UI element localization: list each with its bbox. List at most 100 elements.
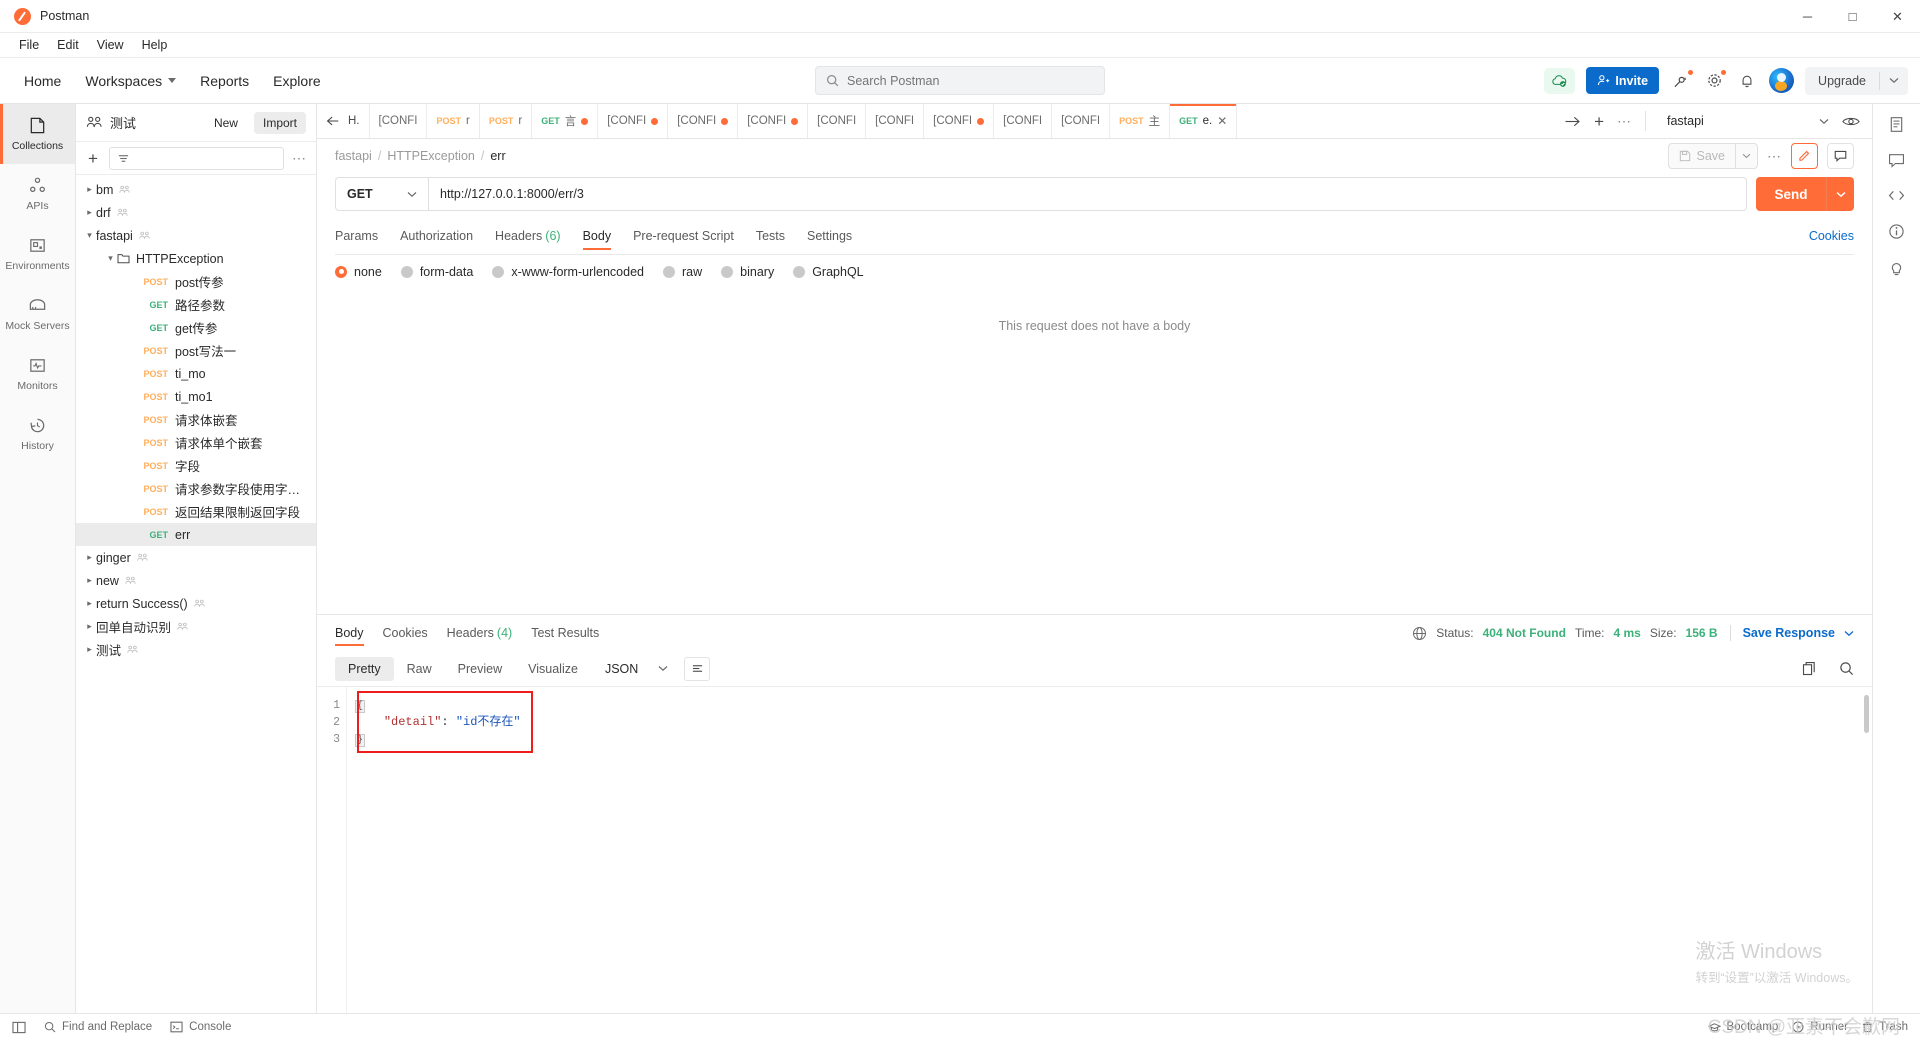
tree-request-item[interactable]: POST 请求体单个嵌套 xyxy=(76,431,316,454)
request-tab[interactable]: [CONFI xyxy=(866,104,925,138)
chevron-down-icon[interactable] xyxy=(1844,630,1854,637)
save-button[interactable]: Save xyxy=(1667,143,1736,169)
chevron-icon[interactable]: ▸ xyxy=(83,207,96,218)
avatar[interactable] xyxy=(1769,68,1795,93)
info-icon[interactable] xyxy=(1888,223,1905,240)
cookies-link[interactable]: Cookies xyxy=(1809,229,1854,243)
sidebar-item-mock-servers[interactable]: Mock Servers xyxy=(0,284,75,344)
tree-request-item[interactable]: POST post传参 xyxy=(76,270,316,293)
response-scrollbar[interactable] xyxy=(1864,695,1869,733)
request-tab-headers[interactable]: Headers (6) xyxy=(495,217,561,255)
nav-workspaces[interactable]: Workspaces xyxy=(75,67,186,95)
copy-icon[interactable] xyxy=(1802,661,1817,676)
sidebar-item-history[interactable]: History xyxy=(0,404,75,464)
tree-collection-item[interactable]: ▸ drf xyxy=(76,201,316,224)
menu-help[interactable]: Help xyxy=(133,33,177,58)
tree-collection-item[interactable]: ▸ new xyxy=(76,569,316,592)
nav-home[interactable]: Home xyxy=(14,67,71,95)
comment-button[interactable] xyxy=(1827,143,1854,169)
chevron-icon[interactable]: ▾ xyxy=(83,230,96,241)
response-body-viewer[interactable]: 1 2 3 { "detail": "id不存在"} xyxy=(317,687,1872,1013)
method-selector[interactable]: GET xyxy=(336,178,429,210)
tree-request-item[interactable]: GET err xyxy=(76,523,316,546)
upgrade-button[interactable]: Upgrade xyxy=(1805,74,1879,88)
add-collection-button[interactable]: + xyxy=(85,150,101,167)
documentation-icon[interactable] xyxy=(1888,116,1905,133)
radio-icon[interactable] xyxy=(492,265,505,278)
minimize-button[interactable]: ─ xyxy=(1785,0,1830,33)
satellite-button[interactable] xyxy=(1670,68,1695,92)
notifications-button[interactable] xyxy=(1736,70,1758,92)
new-button[interactable]: New xyxy=(204,111,247,134)
radio-icon[interactable] xyxy=(400,265,413,278)
format-selector[interactable]: JSON xyxy=(605,662,668,676)
request-tab[interactable]: [CONFI xyxy=(924,104,995,138)
tree-request-item[interactable]: POST ti_mo1 xyxy=(76,385,316,408)
menu-view[interactable]: View xyxy=(88,33,133,58)
invite-button[interactable]: Invite xyxy=(1586,67,1660,94)
radio-icon[interactable] xyxy=(335,265,347,278)
close-button[interactable]: ✕ xyxy=(1875,0,1920,33)
tree-request-item[interactable]: POST 字段 xyxy=(76,454,316,477)
tree-collection-item[interactable]: ▸ bm xyxy=(76,178,316,201)
send-button[interactable]: Send xyxy=(1756,177,1826,211)
chevron-icon[interactable]: ▸ xyxy=(83,575,96,586)
edit-button[interactable] xyxy=(1791,143,1818,169)
tree-request-item[interactable]: POST ti_mo xyxy=(76,362,316,385)
code-icon[interactable] xyxy=(1888,188,1905,203)
body-option-x-www-form-urlencoded[interactable]: x-www-form-urlencoded xyxy=(492,265,644,279)
view-mode-pretty[interactable]: Pretty xyxy=(335,656,394,681)
upgrade-dropdown-button[interactable] xyxy=(1880,77,1908,84)
chevron-icon[interactable]: ▸ xyxy=(83,184,96,195)
nav-reports[interactable]: Reports xyxy=(190,67,259,95)
search-icon[interactable] xyxy=(1839,661,1854,676)
request-tab-tests[interactable]: Tests xyxy=(756,217,785,255)
fold-toggle-icon[interactable]: { xyxy=(355,700,365,713)
request-tab[interactable]: GET e. ✕ xyxy=(1170,104,1238,138)
radio-icon[interactable] xyxy=(663,265,675,278)
request-tab[interactable]: [CONFI xyxy=(668,104,739,138)
sidebar-item-collections[interactable]: Collections xyxy=(0,104,75,164)
tree-collection-item[interactable]: ▸ return Success() xyxy=(76,592,316,615)
view-mode-visualize[interactable]: Visualize xyxy=(515,657,591,681)
tree-collection-item[interactable]: ▸ ginger xyxy=(76,546,316,569)
request-tab[interactable]: [CONFI xyxy=(738,104,809,138)
bootcamp-button[interactable]: Bootcamp xyxy=(1707,1021,1778,1033)
settings-button[interactable] xyxy=(1703,68,1728,92)
menu-file[interactable]: File xyxy=(10,33,48,58)
request-tab[interactable]: [CONFI xyxy=(808,104,867,138)
body-option-raw[interactable]: raw xyxy=(663,265,702,279)
trash-button[interactable]: Trash xyxy=(1862,1021,1908,1033)
request-tab[interactable]: POST 主 xyxy=(1110,104,1171,138)
import-button[interactable]: Import xyxy=(253,111,306,134)
sidebar-toggle-button[interactable] xyxy=(12,1021,26,1034)
runner-button[interactable]: Runner xyxy=(1792,1021,1848,1033)
search-bar[interactable] xyxy=(815,66,1105,95)
send-dropdown-button[interactable] xyxy=(1826,177,1854,211)
request-tab[interactable]: [CONFI xyxy=(598,104,669,138)
save-response-button[interactable]: Save Response xyxy=(1743,626,1835,640)
eye-icon[interactable] xyxy=(1842,115,1860,128)
request-more-button[interactable]: ⋯ xyxy=(1767,148,1782,165)
tab-back-button[interactable]: H. xyxy=(317,104,370,138)
environment-selector[interactable]: fastapi xyxy=(1659,114,1829,128)
view-mode-raw[interactable]: Raw xyxy=(394,657,445,681)
tree-request-item[interactable]: POST 返回结果限制返回字段 xyxy=(76,500,316,523)
tree-request-item[interactable]: POST 请求体嵌套 xyxy=(76,408,316,431)
breadcrumb-folder[interactable]: HTTPException xyxy=(387,149,475,163)
tree-request-item[interactable]: POST 请求参数字段使用字典列表集合... xyxy=(76,477,316,500)
response-tab-test-results[interactable]: Test Results xyxy=(531,615,599,651)
request-tab[interactable]: GET 言 xyxy=(532,104,599,138)
breadcrumb-collection[interactable]: fastapi xyxy=(335,149,372,163)
chevron-icon[interactable]: ▸ xyxy=(83,644,96,655)
chevron-icon[interactable]: ▸ xyxy=(83,621,96,632)
save-dropdown-button[interactable] xyxy=(1736,143,1758,169)
find-and-replace-button[interactable]: Find and Replace xyxy=(44,1021,152,1033)
sidebar-item-monitors[interactable]: Monitors xyxy=(0,344,75,404)
lightbulb-icon[interactable] xyxy=(1888,260,1905,277)
close-icon[interactable]: ✕ xyxy=(1217,114,1227,128)
request-tab[interactable]: [CONFI xyxy=(1052,104,1111,138)
nav-explore[interactable]: Explore xyxy=(263,67,330,95)
request-tab[interactable]: [CONFI xyxy=(994,104,1053,138)
request-tab-authorization[interactable]: Authorization xyxy=(400,217,473,255)
